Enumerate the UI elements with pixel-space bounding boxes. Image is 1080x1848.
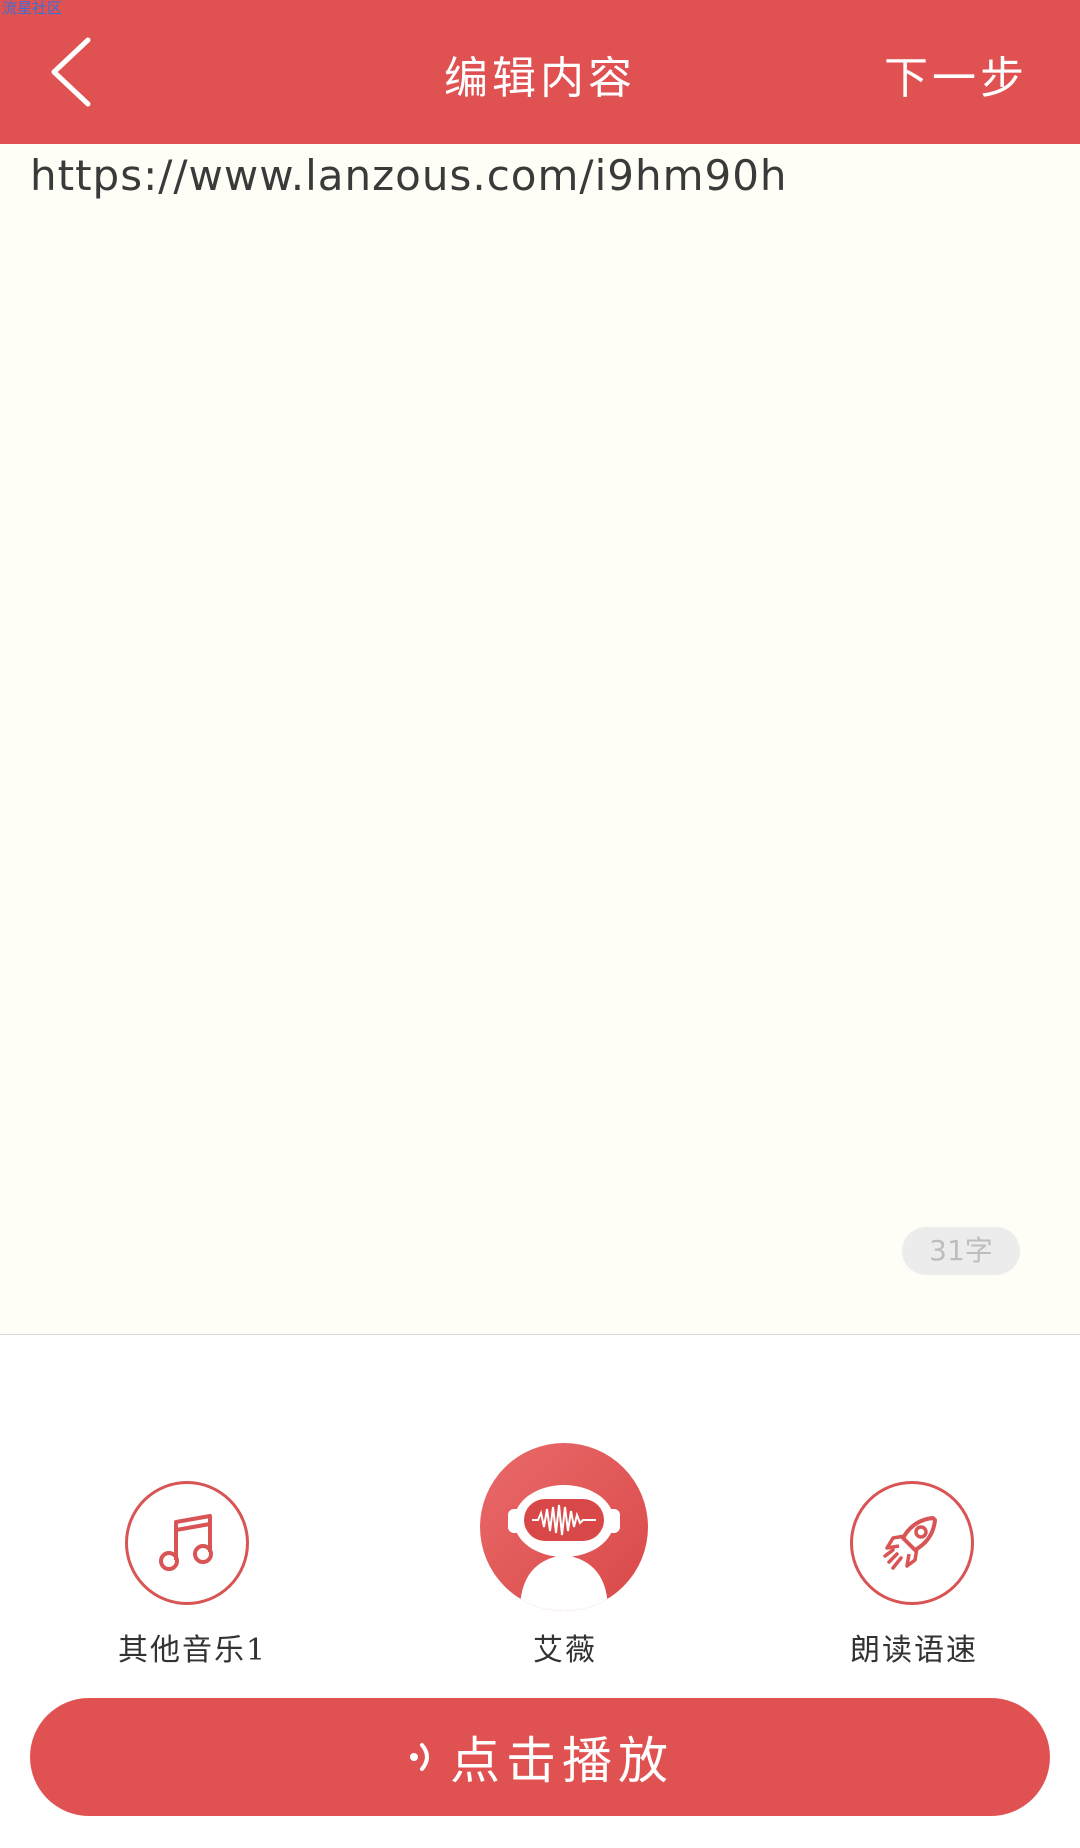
speed-option[interactable] — [850, 1481, 974, 1605]
watermark-text: 流星社区 — [2, 0, 63, 17]
editor-content[interactable]: https://www.lanzous.com/i9hm90h — [30, 146, 1030, 206]
music-option-circle — [125, 1481, 249, 1605]
sound-icon — [410, 1743, 429, 1771]
rocket-icon — [883, 1516, 937, 1570]
header-bar: 编辑内容 下一步 — [0, 0, 1080, 144]
play-button-label: 点击播放 — [450, 1732, 674, 1790]
page: 编辑内容 下一步 流星社区 https://www.lanzous.com/i9… — [0, 0, 1080, 1848]
voice-name-label: 艾薇 — [533, 1633, 597, 1668]
voice-avatar-option[interactable] — [480, 1443, 648, 1615]
voice-options-row: 其他音乐1 艾薇 朗读语速 — [0, 1335, 1080, 1668]
music-option[interactable] — [125, 1481, 249, 1605]
music-option-label: 其他音乐1 — [118, 1633, 268, 1668]
text-editor[interactable]: https://www.lanzous.com/i9hm90h 31字 — [0, 144, 1080, 1335]
play-button[interactable]: 点击播放 — [30, 1698, 1050, 1816]
speed-option-circle — [850, 1481, 974, 1605]
next-step-button[interactable]: 下一步 — [884, 42, 1028, 106]
char-count-badge: 31字 — [902, 1227, 1020, 1275]
music-note-icon — [159, 1514, 213, 1571]
robot-voice-avatar-icon — [480, 1443, 648, 1611]
speed-option-label: 朗读语速 — [850, 1633, 978, 1668]
